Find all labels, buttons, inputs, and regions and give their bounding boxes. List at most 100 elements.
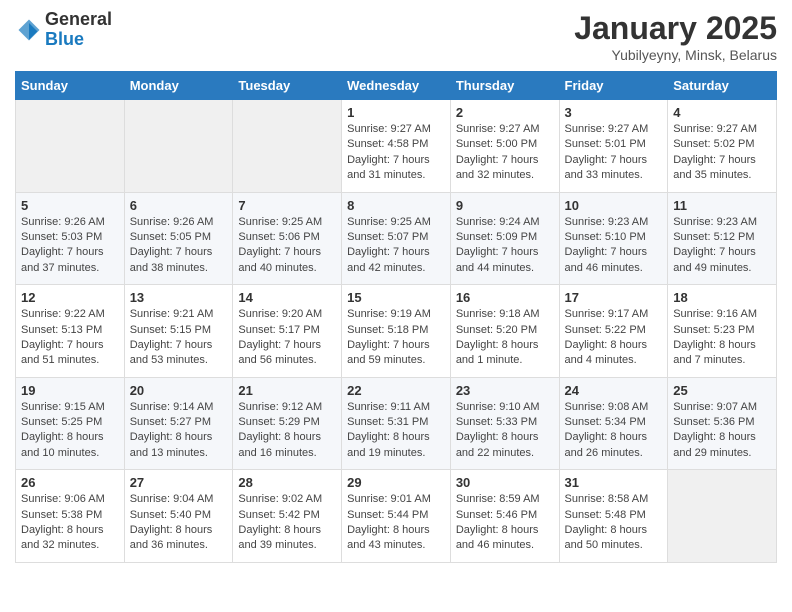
day-content: Sunrise: 9:15 AM Sunset: 5:25 PM Dayligh… [21,400,119,462]
day-content: Sunrise: 9:06 AM Sunset: 5:38 PM Dayligh… [21,492,119,554]
day-content: Sunrise: 9:01 AM Sunset: 5:44 PM Dayligh… [347,492,445,554]
day-number: 19 [21,383,119,398]
calendar-cell: 16Sunrise: 9:18 AM Sunset: 5:20 PM Dayli… [450,285,559,378]
day-number: 31 [565,475,663,490]
month-title: January 2025 [574,10,777,47]
calendar-cell [668,470,777,563]
calendar-cell: 1 Sunrise: 9:27 AM Sunset: 4:58 PM Daylig… [342,100,451,193]
day-number: 8 [347,198,445,213]
logo-icon [15,16,43,44]
weekday-header-row: SundayMondayTuesdayWednesdayThursdayFrid… [16,72,777,100]
calendar-cell: 14 Sunrise: 9:20 AM Sunset: 5:17 PM Dayli… [233,285,342,378]
day-content: Sunrise: 9:23 AM Sunset: 5:10 PM Dayligh… [565,215,663,277]
day-content: Sunrise: 9:26 AM Sunset: 5:03 PM Dayligh… [21,215,119,277]
day-content: Sunrise: 8:58 AM Sunset: 5:48 PM Dayligh… [565,492,663,554]
weekday-header-friday: Friday [559,72,668,100]
weekday-header-thursday: Thursday [450,72,559,100]
day-content: Sunrise: 9:20 AM Sunset: 5:17 PM Dayligh… [238,307,336,369]
day-number: 28 [238,475,336,490]
calendar-cell: 12Sunrise: 9:22 AM Sunset: 5:13 PM Dayli… [16,285,125,378]
calendar-cell [124,100,233,193]
day-content: Sunrise: 9:21 AM Sunset: 5:15 PM Dayligh… [130,307,228,369]
day-number: 4 [673,105,771,120]
week-row-2: 5Sunrise: 9:26 AM Sunset: 5:03 PM Daylig… [16,192,777,285]
calendar-cell: 11Sunrise: 9:23 AM Sunset: 5:12 PM Dayli… [668,192,777,285]
day-content: Sunrise: 9:16 AM Sunset: 5:23 PM Dayligh… [673,307,771,369]
calendar-cell: 10 Sunrise: 9:23 AM Sunset: 5:10 PM Dayli… [559,192,668,285]
day-number: 15 [347,290,445,305]
calendar-cell: 30Sunrise: 8:59 AM Sunset: 5:46 PM Dayli… [450,470,559,563]
calendar-cell: 8 Sunrise: 9:25 AM Sunset: 5:07 PM Daylig… [342,192,451,285]
day-number: 27 [130,475,228,490]
calendar-cell: 22Sunrise: 9:11 AM Sunset: 5:31 PM Dayli… [342,377,451,470]
day-number: 13 [130,290,228,305]
day-content: Sunrise: 9:25 AM Sunset: 5:07 PM Dayligh… [347,215,445,277]
weekday-header-monday: Monday [124,72,233,100]
calendar-cell: 26 Sunrise: 9:06 AM Sunset: 5:38 PM Dayli… [16,470,125,563]
calendar-cell: 21 Sunrise: 9:12 AM Sunset: 5:29 PM Dayli… [233,377,342,470]
calendar-cell: 3 Sunrise: 9:27 AM Sunset: 5:01 PM Daylig… [559,100,668,193]
calendar-cell: 19 Sunrise: 9:15 AM Sunset: 5:25 PM Dayli… [16,377,125,470]
calendar-cell: 31 Sunrise: 8:58 AM Sunset: 5:48 PM Dayli… [559,470,668,563]
day-content: Sunrise: 9:27 AM Sunset: 5:01 PM Dayligh… [565,122,663,184]
day-content: Sunrise: 9:27 AM Sunset: 5:02 PM Dayligh… [673,122,771,184]
day-number: 3 [565,105,663,120]
calendar-cell: 9 Sunrise: 9:24 AM Sunset: 5:09 PM Daylig… [450,192,559,285]
day-content: Sunrise: 9:27 AM Sunset: 5:00 PM Dayligh… [456,122,554,184]
day-number: 25 [673,383,771,398]
day-number: 18 [673,290,771,305]
day-content: Sunrise: 9:04 AM Sunset: 5:40 PM Dayligh… [130,492,228,554]
location-subtitle: Yubilyeyny, Minsk, Belarus [574,47,777,63]
day-content: Sunrise: 9:17 AM Sunset: 5:22 PM Dayligh… [565,307,663,369]
day-number: 21 [238,383,336,398]
calendar-cell: 20Sunrise: 9:14 AM Sunset: 5:27 PM Dayli… [124,377,233,470]
day-number: 26 [21,475,119,490]
day-content: Sunrise: 9:18 AM Sunset: 5:20 PM Dayligh… [456,307,554,369]
weekday-header-saturday: Saturday [668,72,777,100]
day-content: Sunrise: 8:59 AM Sunset: 5:46 PM Dayligh… [456,492,554,554]
day-content: Sunrise: 9:10 AM Sunset: 5:33 PM Dayligh… [456,400,554,462]
week-row-1: 1 Sunrise: 9:27 AM Sunset: 4:58 PM Daylig… [16,100,777,193]
calendar-cell [233,100,342,193]
logo-general-text: General [45,10,112,30]
day-number: 7 [238,198,336,213]
day-number: 12 [21,290,119,305]
day-content: Sunrise: 9:19 AM Sunset: 5:18 PM Dayligh… [347,307,445,369]
title-block: January 2025 Yubilyeyny, Minsk, Belarus [574,10,777,63]
calendar-cell: 29 Sunrise: 9:01 AM Sunset: 5:44 PM Dayli… [342,470,451,563]
week-row-5: 26 Sunrise: 9:06 AM Sunset: 5:38 PM Dayli… [16,470,777,563]
calendar-cell: 5Sunrise: 9:26 AM Sunset: 5:03 PM Daylig… [16,192,125,285]
calendar-table: SundayMondayTuesdayWednesdayThursdayFrid… [15,71,777,563]
weekday-header-wednesday: Wednesday [342,72,451,100]
day-number: 20 [130,383,228,398]
day-content: Sunrise: 9:24 AM Sunset: 5:09 PM Dayligh… [456,215,554,277]
day-content: Sunrise: 9:26 AM Sunset: 5:05 PM Dayligh… [130,215,228,277]
day-number: 24 [565,383,663,398]
day-number: 17 [565,290,663,305]
day-number: 10 [565,198,663,213]
calendar-cell: 13 Sunrise: 9:21 AM Sunset: 5:15 PM Dayli… [124,285,233,378]
day-number: 22 [347,383,445,398]
day-content: Sunrise: 9:25 AM Sunset: 5:06 PM Dayligh… [238,215,336,277]
calendar-cell: 28Sunrise: 9:02 AM Sunset: 5:42 PM Dayli… [233,470,342,563]
calendar-cell: 2Sunrise: 9:27 AM Sunset: 5:00 PM Daylig… [450,100,559,193]
weekday-header-tuesday: Tuesday [233,72,342,100]
calendar-cell: 25Sunrise: 9:07 AM Sunset: 5:36 PM Dayli… [668,377,777,470]
calendar-cell: 18 Sunrise: 9:16 AM Sunset: 5:23 PM Dayli… [668,285,777,378]
day-number: 14 [238,290,336,305]
week-row-4: 19 Sunrise: 9:15 AM Sunset: 5:25 PM Dayli… [16,377,777,470]
calendar-cell: 23Sunrise: 9:10 AM Sunset: 5:33 PM Dayli… [450,377,559,470]
page-header: General Blue January 2025 Yubilyeyny, Mi… [15,10,777,63]
day-number: 1 [347,105,445,120]
calendar-cell: 24Sunrise: 9:08 AM Sunset: 5:34 PM Dayli… [559,377,668,470]
calendar-cell [16,100,125,193]
calendar-cell: 4 Sunrise: 9:27 AM Sunset: 5:02 PM Daylig… [668,100,777,193]
calendar-cell: 15 Sunrise: 9:19 AM Sunset: 5:18 PM Dayli… [342,285,451,378]
week-row-3: 12Sunrise: 9:22 AM Sunset: 5:13 PM Dayli… [16,285,777,378]
day-content: Sunrise: 9:12 AM Sunset: 5:29 PM Dayligh… [238,400,336,462]
weekday-header-sunday: Sunday [16,72,125,100]
day-number: 9 [456,198,554,213]
logo: General Blue [15,10,112,50]
day-content: Sunrise: 9:27 AM Sunset: 4:58 PM Dayligh… [347,122,445,184]
day-number: 29 [347,475,445,490]
